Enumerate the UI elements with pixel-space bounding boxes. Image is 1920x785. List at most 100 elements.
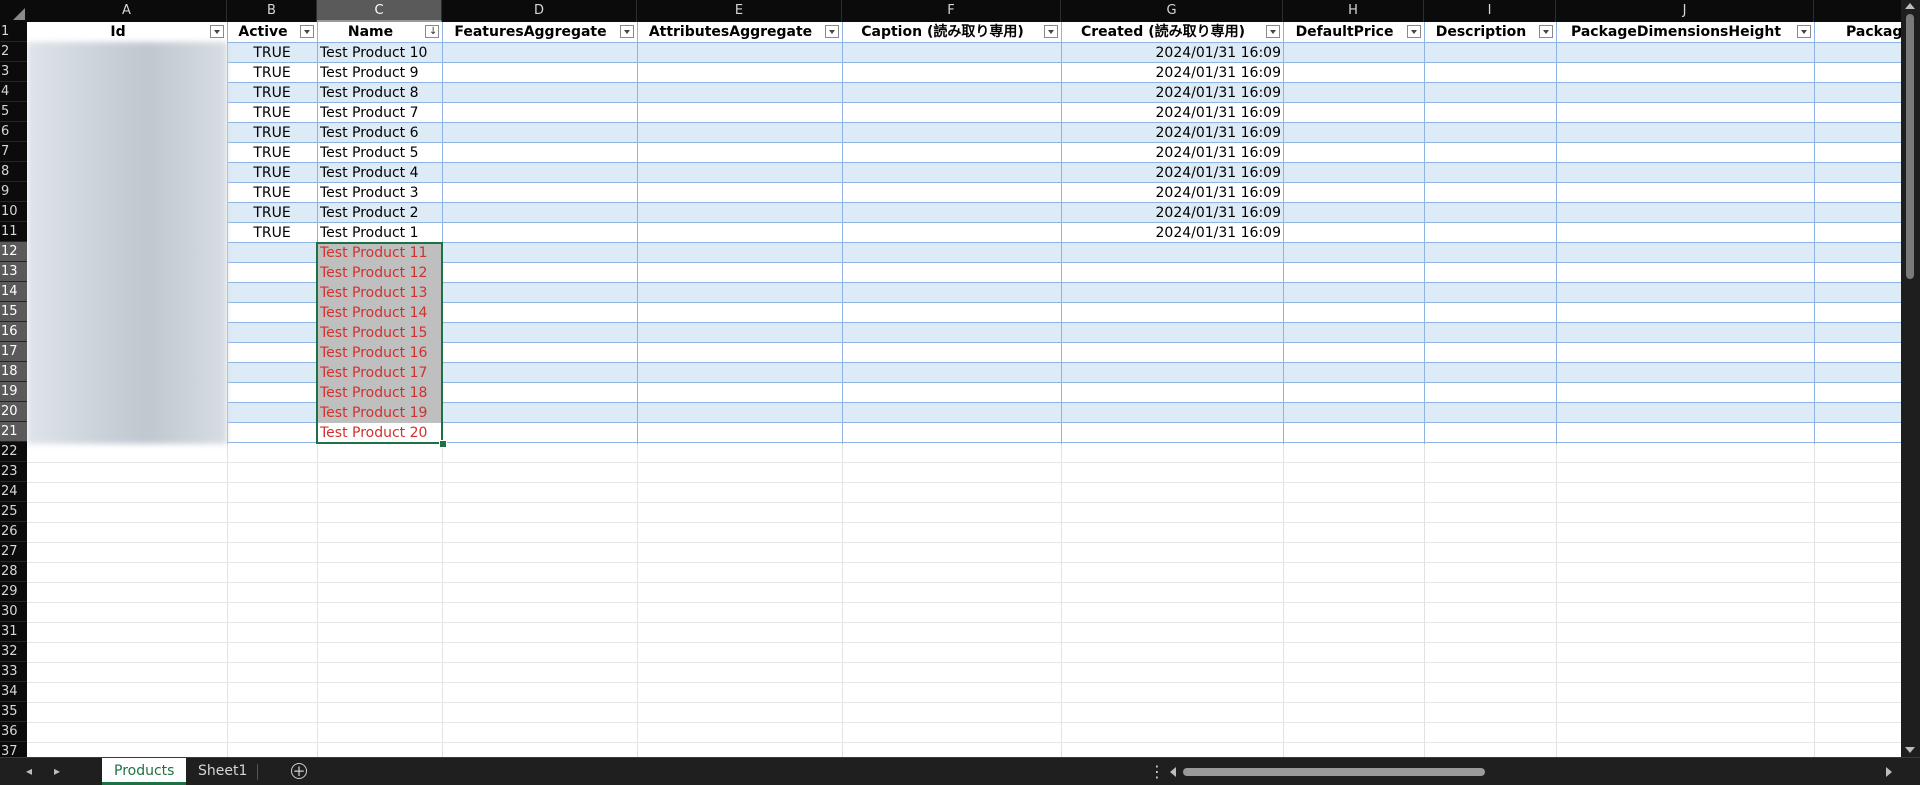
- column-header-f[interactable]: F: [842, 0, 1061, 22]
- column-header-i[interactable]: I: [1424, 0, 1556, 22]
- row-header[interactable]: 6: [0, 122, 27, 142]
- filter-dropdown-icon[interactable]: [1797, 25, 1811, 38]
- row-header[interactable]: 5: [0, 102, 27, 122]
- row-header[interactable]: 19: [0, 382, 27, 402]
- fill-handle[interactable]: [439, 440, 447, 448]
- sheet-tab-sheet1[interactable]: Sheet1: [186, 758, 259, 785]
- active-cell[interactable]: TRUE: [227, 203, 317, 223]
- add-sheet-button[interactable]: +: [291, 763, 307, 779]
- row-header[interactable]: 10: [0, 202, 27, 222]
- filter-dropdown-icon[interactable]: [1407, 25, 1421, 38]
- row-header[interactable]: 12: [0, 242, 27, 262]
- row-header[interactable]: 16: [0, 322, 27, 342]
- scroll-down-icon[interactable]: [1905, 747, 1915, 753]
- row-header[interactable]: 22: [0, 442, 27, 462]
- active-cell[interactable]: TRUE: [227, 143, 317, 163]
- active-cell[interactable]: TRUE: [227, 123, 317, 143]
- active-cell[interactable]: TRUE: [227, 43, 317, 63]
- row-header[interactable]: 31: [0, 622, 27, 642]
- column-header-j[interactable]: J: [1556, 0, 1814, 22]
- prev-sheet-icon[interactable]: ◂: [26, 764, 32, 778]
- active-cell[interactable]: TRUE: [227, 183, 317, 203]
- row-header[interactable]: 18: [0, 362, 27, 382]
- column-header-g[interactable]: G: [1061, 0, 1283, 22]
- row-header[interactable]: 28: [0, 562, 27, 582]
- column-header-c[interactable]: C: [317, 0, 442, 22]
- row-header[interactable]: 34: [0, 682, 27, 702]
- row-header[interactable]: 30: [0, 602, 27, 622]
- name-cell[interactable]: Test Product 5: [317, 143, 442, 163]
- sort-filter-icon[interactable]: [425, 25, 439, 38]
- name-cell[interactable]: Test Product 10: [317, 43, 442, 63]
- row-header[interactable]: 29: [0, 582, 27, 602]
- row-header[interactable]: 27: [0, 542, 27, 562]
- row-header[interactable]: 14: [0, 282, 27, 302]
- options-dots-icon[interactable]: ⋮: [1149, 762, 1165, 781]
- horizontal-scroll-thumb[interactable]: [1183, 768, 1485, 776]
- row-header[interactable]: 36: [0, 722, 27, 742]
- row-header[interactable]: 2: [0, 42, 27, 62]
- filter-dropdown-icon[interactable]: [210, 25, 224, 38]
- row-header[interactable]: 15: [0, 302, 27, 322]
- vertical-scrollbar[interactable]: [1901, 0, 1920, 757]
- created-cell[interactable]: 2024/01/31 16:09: [1061, 123, 1283, 143]
- scroll-up-icon[interactable]: [1905, 3, 1915, 9]
- row-header[interactable]: 17: [0, 342, 27, 362]
- filter-dropdown-icon[interactable]: [1539, 25, 1553, 38]
- active-cell[interactable]: TRUE: [227, 83, 317, 103]
- created-cell[interactable]: 2024/01/31 16:09: [1061, 143, 1283, 163]
- column-header-e[interactable]: E: [637, 0, 842, 22]
- created-cell[interactable]: 2024/01/31 16:09: [1061, 63, 1283, 83]
- select-all-corner[interactable]: [0, 0, 27, 22]
- filter-dropdown-icon[interactable]: [1044, 25, 1058, 38]
- row-header[interactable]: 9: [0, 182, 27, 202]
- column-header-a[interactable]: A: [27, 0, 227, 22]
- sheet-tab-products[interactable]: Products: [102, 758, 187, 785]
- scroll-right-icon[interactable]: [1886, 767, 1892, 777]
- created-cell[interactable]: 2024/01/31 16:09: [1061, 223, 1283, 243]
- row-header[interactable]: 35: [0, 702, 27, 722]
- row-header[interactable]: 25: [0, 502, 27, 522]
- name-cell[interactable]: Test Product 3: [317, 183, 442, 203]
- worksheet-grid[interactable]: Id Active Name FeaturesAggregate AttributesA…: [27, 22, 1901, 757]
- horizontal-scrollbar[interactable]: [1168, 762, 1894, 781]
- vertical-scroll-thumb[interactable]: [1906, 14, 1914, 279]
- row-header[interactable]: 7: [0, 142, 27, 162]
- filter-dropdown-icon[interactable]: [300, 25, 314, 38]
- name-cell[interactable]: Test Product 9: [317, 63, 442, 83]
- active-cell[interactable]: TRUE: [227, 163, 317, 183]
- active-cell[interactable]: TRUE: [227, 103, 317, 123]
- filter-dropdown-icon[interactable]: [620, 25, 634, 38]
- row-header[interactable]: 21: [0, 422, 27, 442]
- row-header[interactable]: 1: [0, 22, 27, 42]
- name-cell[interactable]: Test Product 8: [317, 83, 442, 103]
- row-header[interactable]: 33: [0, 662, 27, 682]
- row-header[interactable]: 26: [0, 522, 27, 542]
- column-header-d[interactable]: D: [442, 0, 637, 22]
- active-cell[interactable]: TRUE: [227, 223, 317, 243]
- row-header[interactable]: 23: [0, 462, 27, 482]
- filter-dropdown-icon[interactable]: [1266, 25, 1280, 38]
- row-header[interactable]: 32: [0, 642, 27, 662]
- created-cell[interactable]: 2024/01/31 16:09: [1061, 43, 1283, 63]
- created-cell[interactable]: 2024/01/31 16:09: [1061, 103, 1283, 123]
- name-cell[interactable]: Test Product 6: [317, 123, 442, 143]
- name-cell[interactable]: Test Product 2: [317, 203, 442, 223]
- name-cell[interactable]: Test Product 4: [317, 163, 442, 183]
- created-cell[interactable]: 2024/01/31 16:09: [1061, 83, 1283, 103]
- name-cell[interactable]: Test Product 1: [317, 223, 442, 243]
- column-header-b[interactable]: B: [227, 0, 317, 22]
- active-cell[interactable]: TRUE: [227, 63, 317, 83]
- created-cell[interactable]: 2024/01/31 16:09: [1061, 163, 1283, 183]
- filter-dropdown-icon[interactable]: [825, 25, 839, 38]
- scroll-left-icon[interactable]: [1170, 767, 1176, 777]
- selection-range[interactable]: [316, 242, 443, 444]
- next-sheet-icon[interactable]: ▸: [54, 764, 60, 778]
- row-header[interactable]: 20: [0, 402, 27, 422]
- column-header-h[interactable]: H: [1283, 0, 1424, 22]
- row-header[interactable]: 3: [0, 62, 27, 82]
- created-cell[interactable]: 2024/01/31 16:09: [1061, 183, 1283, 203]
- row-header[interactable]: 13: [0, 262, 27, 282]
- name-cell[interactable]: Test Product 7: [317, 103, 442, 123]
- row-header[interactable]: 8: [0, 162, 27, 182]
